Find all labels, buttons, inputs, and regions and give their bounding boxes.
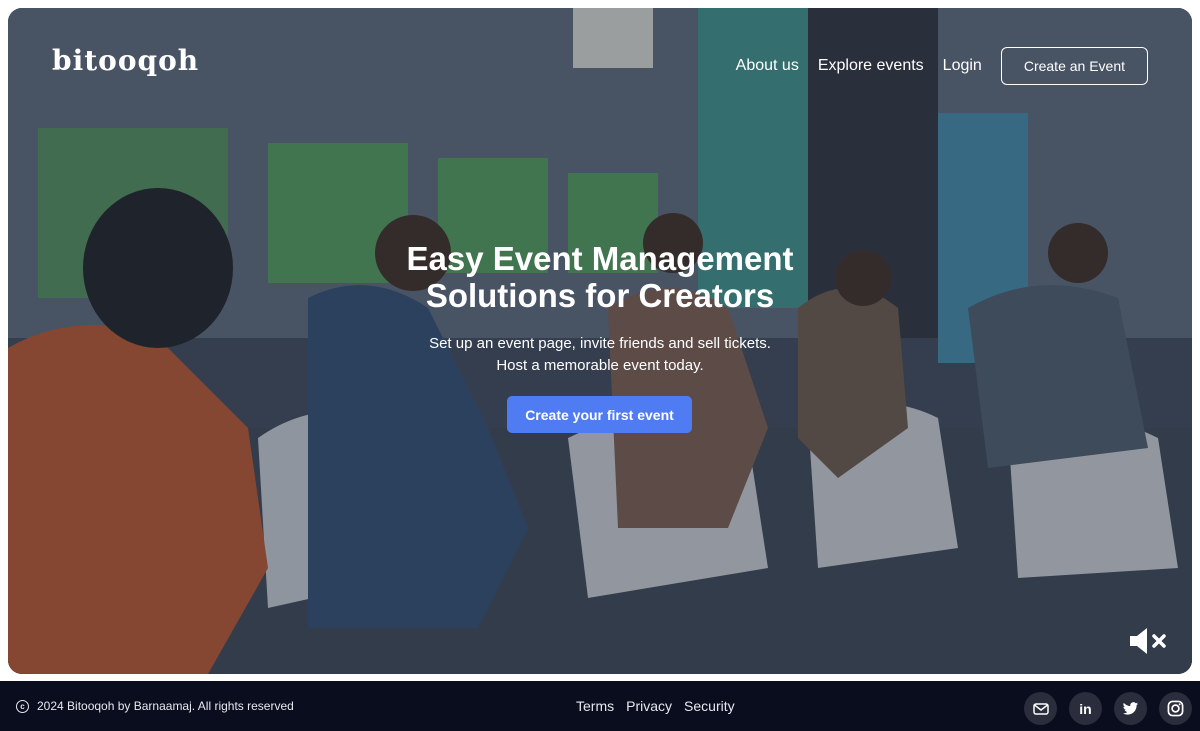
create-event-button[interactable]: Create an Event [1000,47,1148,85]
copyright-icon: c [16,699,29,713]
copyright: c 2024 Bitooqoh by Barnaamaj. All rights… [16,681,294,731]
footer-privacy-link[interactable]: Privacy [626,698,672,714]
hero-subtitle-line-1: Set up an event page, invite friends and… [429,335,771,352]
brand-logo[interactable]: bitooqoh [52,44,199,77]
twitter-icon[interactable] [1114,692,1147,725]
hero-title-line-1: Easy Event Management [406,240,794,277]
instagram-icon[interactable] [1159,692,1192,725]
linkedin-glyph: in [1079,700,1092,717]
mail-icon[interactable] [1024,692,1057,725]
nav-about-link[interactable]: About us [736,57,799,75]
nav-explore-link[interactable]: Explore events [818,57,924,75]
hero-subtitle-line-2: Host a memorable event today. [496,357,704,374]
footer-security-link[interactable]: Security [684,698,735,714]
site-footer: c 2024 Bitooqoh by Barnaamaj. All rights… [0,681,1200,731]
hero-subtitle: Set up an event page, invite friends and… [8,333,1192,377]
footer-links: Terms Privacy Security [576,681,747,731]
copyright-text: 2024 Bitooqoh by Barnaamaj. All rights r… [37,699,294,713]
social-links: in [1012,692,1192,725]
hero-title-line-2: Solutions for Creators [425,277,775,314]
create-first-event-button[interactable]: Create your first event [507,396,692,433]
top-nav: About us Explore events Login Create an … [717,47,1148,85]
hero-title: Easy Event Management Solutions for Crea… [8,240,1192,314]
linkedin-icon[interactable]: in [1069,692,1102,725]
hero-section: bitooqoh About us Explore events Login C… [8,8,1192,674]
footer-terms-link[interactable]: Terms [576,698,614,714]
volume-mute-icon[interactable] [1128,626,1170,656]
nav-login-link[interactable]: Login [943,57,982,75]
